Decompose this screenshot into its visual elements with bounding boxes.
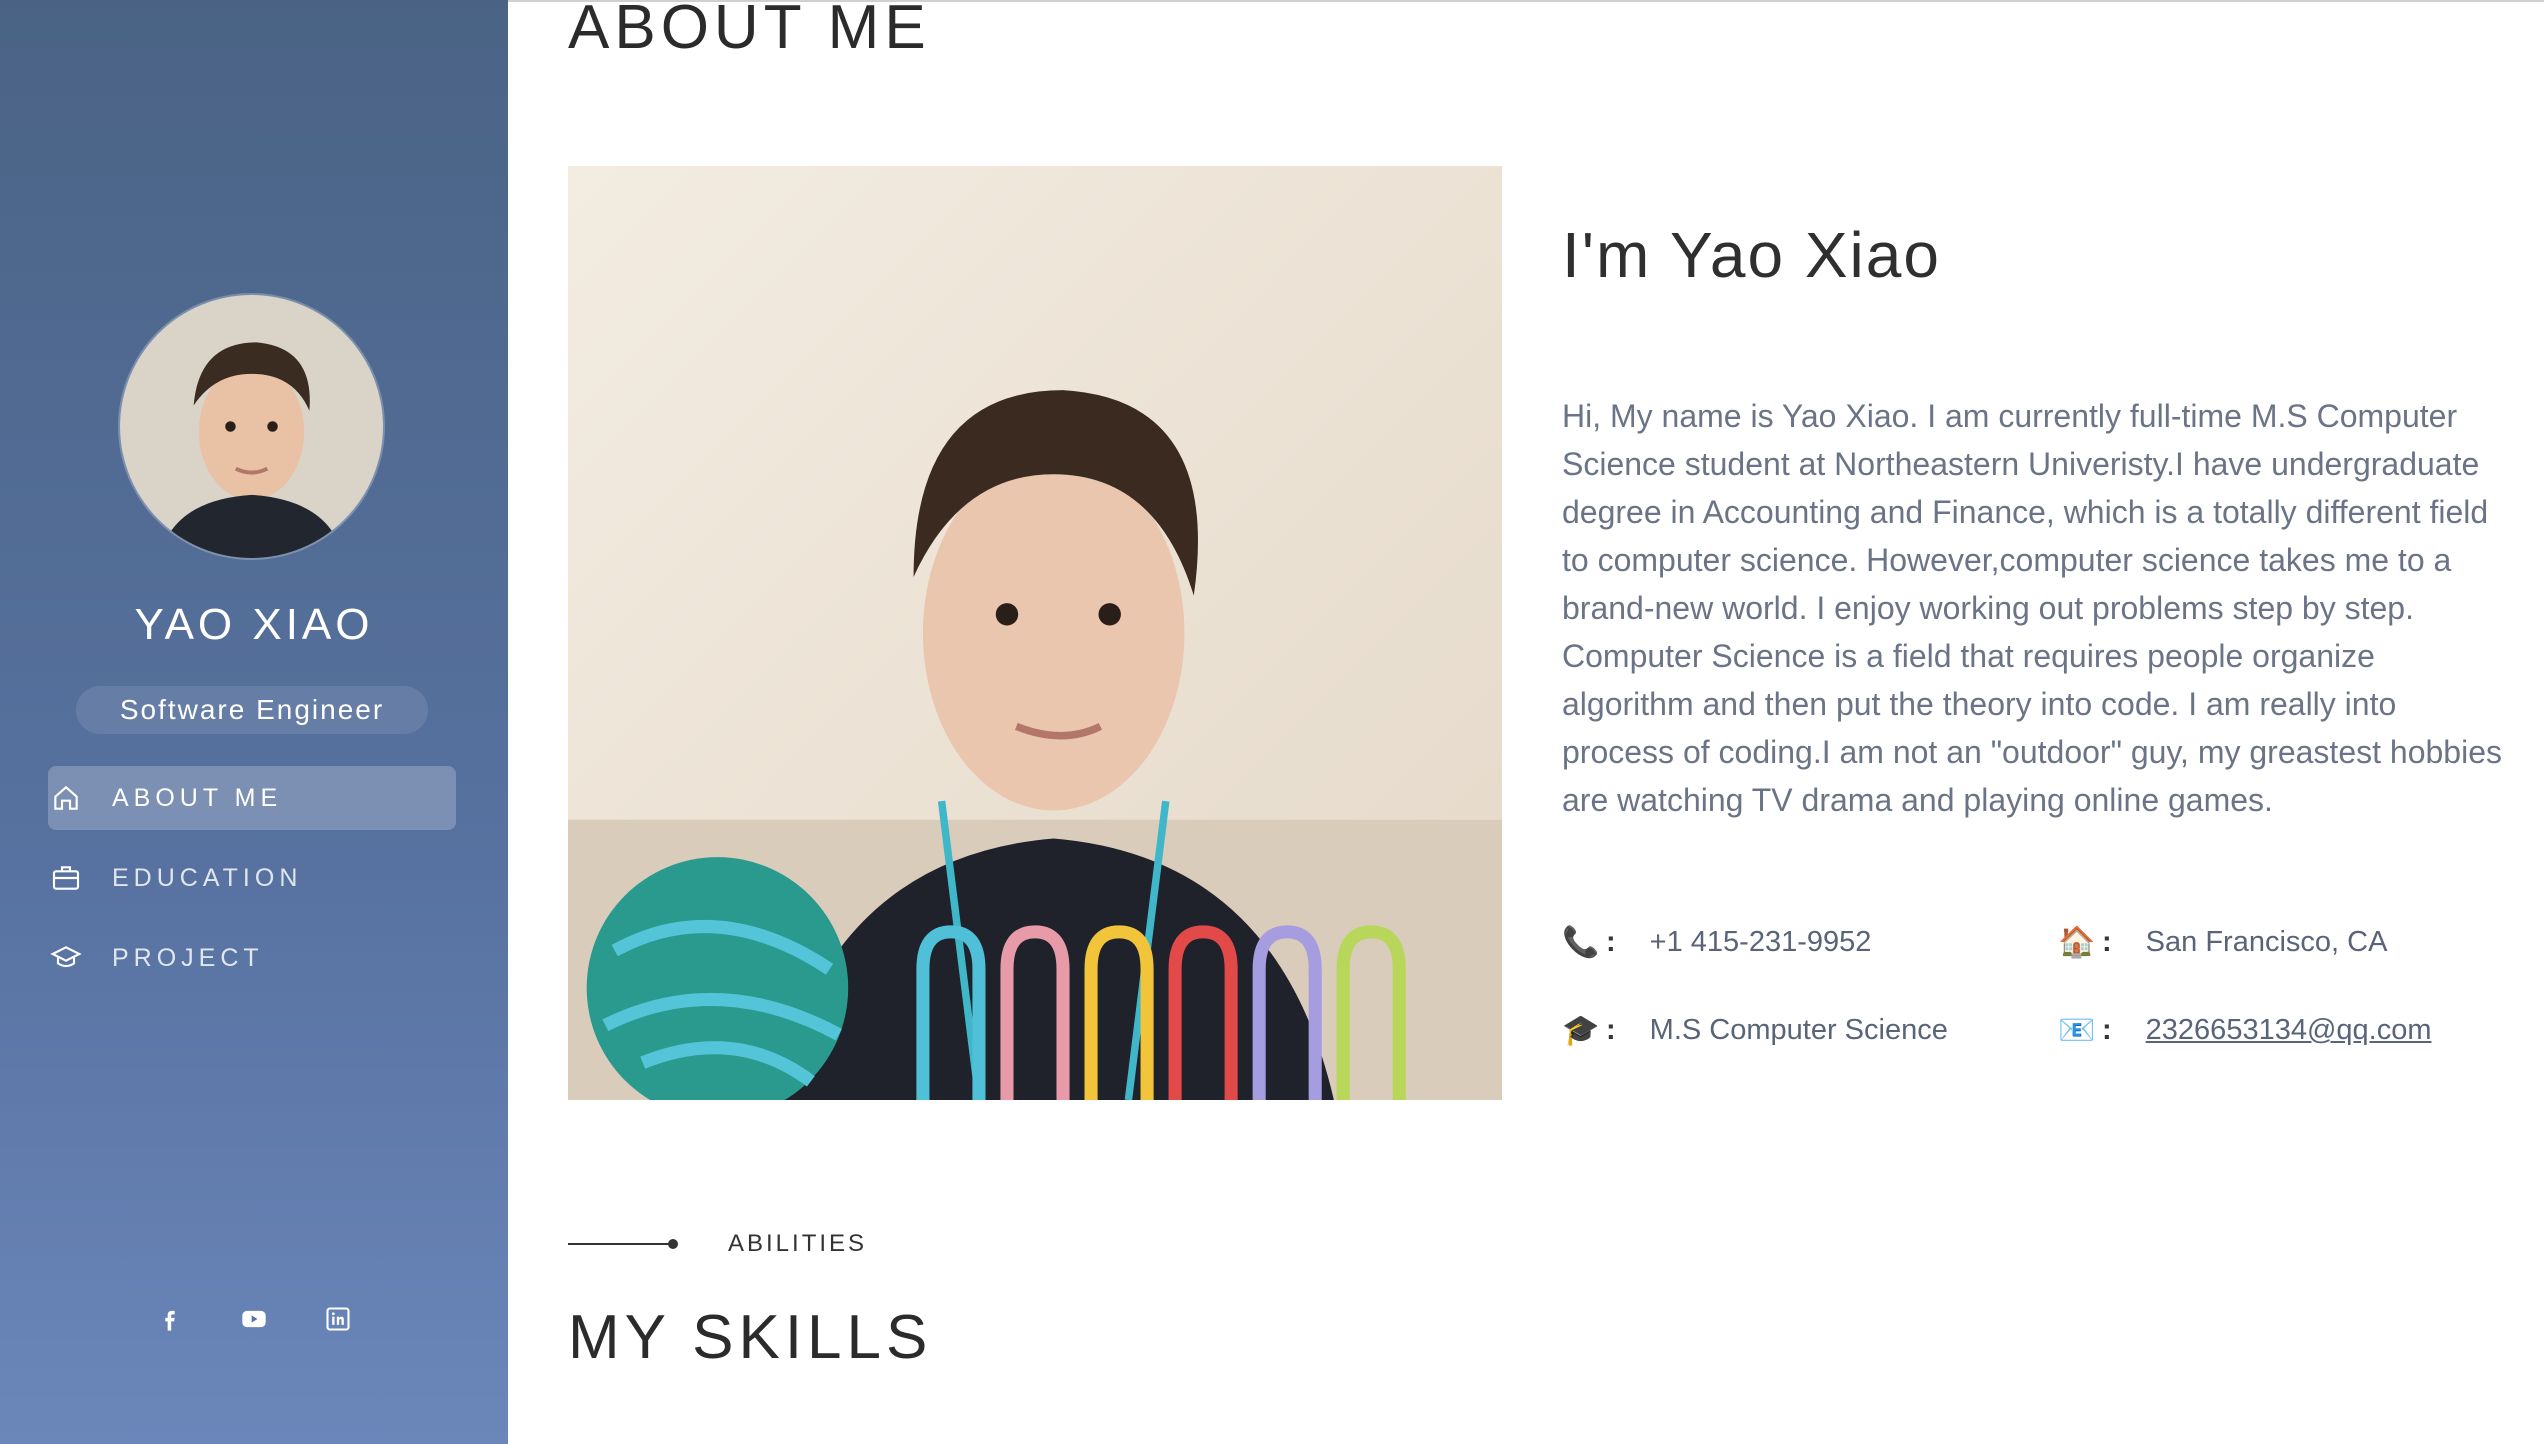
nav-item-education[interactable]: EDUCATION: [48, 846, 456, 910]
linkedin-icon[interactable]: [324, 1305, 352, 1333]
decorative-line: [568, 1239, 678, 1249]
facebook-icon[interactable]: [156, 1305, 184, 1333]
profile-name: YAO XIAO: [134, 600, 374, 649]
sidebar: YAO XIAO Software Engineer ABOUT ME EDUC…: [0, 0, 508, 1444]
nav-item-project[interactable]: PROJECT: [48, 926, 456, 990]
info-colon: :: [2102, 1014, 2112, 1046]
graduation-cap-icon: 🎓: [1562, 1014, 1600, 1047]
nav-label: PROJECT: [112, 943, 264, 972]
bio-paragraph: Hi, My name is Yao Xiao. I am currently …: [1562, 398, 2502, 818]
info-colon: :: [2102, 926, 2112, 958]
location-value: San Francisco, CA: [2145, 926, 2388, 958]
profile-photo: [568, 166, 1502, 1100]
greeting-heading: I'm Yao Xiao: [1562, 219, 1941, 291]
graduation-cap-icon: [48, 940, 84, 976]
nav-label: ABOUT ME: [112, 783, 283, 812]
email-link[interactable]: 2326653134@qq.com: [2146, 1014, 2432, 1047]
section-title-skills: MY SKILLS: [568, 1303, 933, 1372]
section-title-about: ABOUT ME: [568, 0, 931, 62]
nav-label: EDUCATION: [112, 863, 303, 892]
info-colon: :: [1606, 1014, 1616, 1046]
info-colon: :: [1606, 926, 1616, 958]
house-icon: 🏠: [2058, 926, 2096, 959]
info-location: 🏠 : San Francisco, CA: [2058, 925, 2387, 960]
avatar-image: [120, 295, 383, 558]
info-phone: 📞 : +1 415-231-9952: [1562, 925, 1871, 960]
abilities-label: ABILITIES: [728, 1230, 868, 1257]
briefcase-icon: [48, 860, 84, 896]
info-email: 📧 : 2326653134@qq.com: [2058, 1013, 2432, 1048]
youtube-icon[interactable]: [240, 1305, 268, 1333]
envelope-icon: 📧: [2058, 1014, 2096, 1047]
abilities-eyebrow: ABILITIES: [568, 1230, 867, 1258]
social-links: [0, 1305, 508, 1333]
role-badge: Software Engineer: [76, 686, 428, 734]
home-icon: [48, 780, 84, 816]
phone-value: +1 415-231-9952: [1649, 926, 1872, 958]
avatar: [120, 295, 383, 558]
phone-icon: 📞: [1562, 926, 1600, 959]
info-education: 🎓 : M.S Computer Science: [1562, 1013, 1948, 1048]
education-value: M.S Computer Science: [1649, 1014, 1948, 1046]
nav-item-about-me[interactable]: ABOUT ME: [48, 766, 456, 830]
